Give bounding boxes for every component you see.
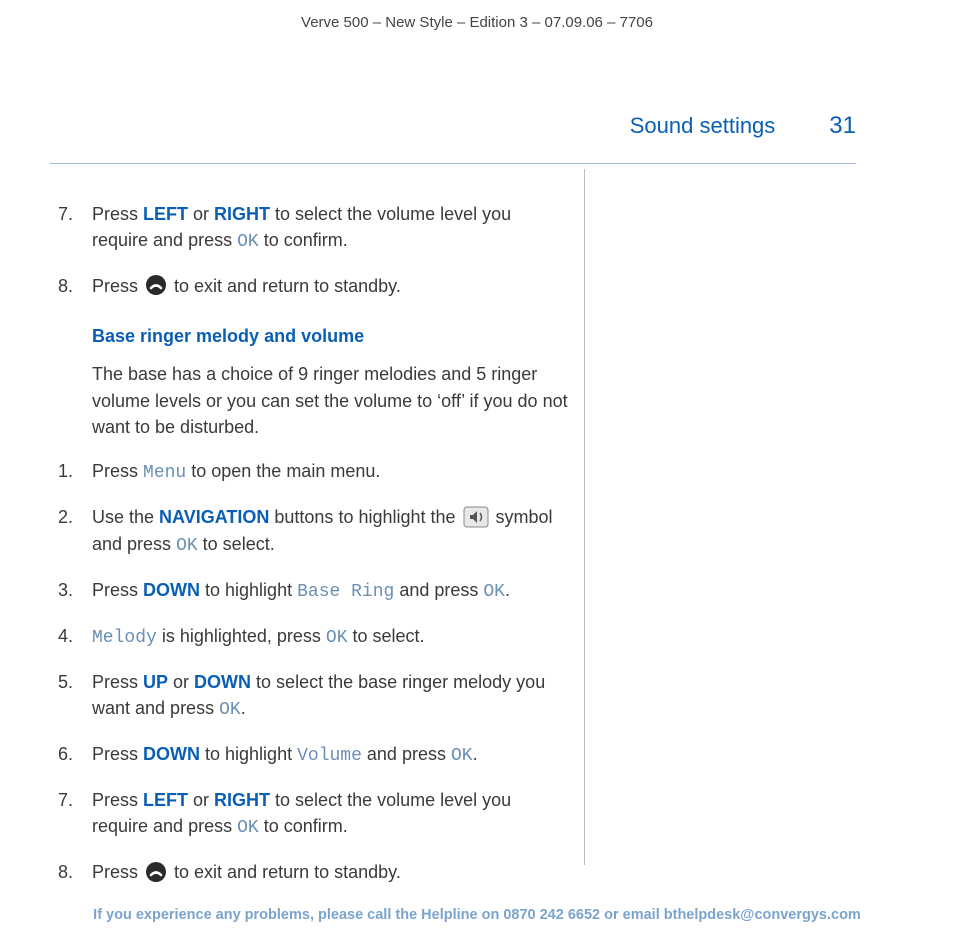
text: Press: [92, 862, 143, 882]
text: to exit and return to standby.: [169, 862, 401, 882]
text: or: [168, 672, 194, 692]
key-right: RIGHT: [214, 204, 270, 224]
key-right: RIGHT: [214, 790, 270, 810]
running-header: Sound settings 31: [0, 112, 954, 140]
text: buttons to highlight the: [269, 507, 460, 527]
step-8: Press to exit and return to standby.: [58, 859, 569, 886]
end-call-icon: [145, 861, 167, 890]
text: Press: [92, 744, 143, 764]
text: is highlighted, press: [157, 626, 326, 646]
key-down: DOWN: [194, 672, 251, 692]
lcd-volume: Volume: [297, 746, 362, 766]
step-4: Melody is highlighted, press OK to selec…: [58, 623, 569, 651]
lcd-menu: Menu: [143, 463, 186, 483]
text: or: [188, 204, 214, 224]
lcd-ok: OK: [237, 818, 259, 838]
key-left: LEFT: [143, 204, 188, 224]
text: .: [241, 698, 246, 718]
text: .: [505, 580, 510, 600]
content-columns: Press LEFT or RIGHT to select the volume…: [0, 169, 954, 865]
lcd-melody: Melody: [92, 628, 157, 648]
step-5: Press UP or DOWN to select the base ring…: [58, 669, 569, 723]
text: to highlight: [200, 744, 297, 764]
key-down: DOWN: [143, 580, 200, 600]
text: Press: [92, 672, 143, 692]
step-1: Press Menu to open the main menu.: [58, 458, 569, 486]
text: and press: [362, 744, 451, 764]
text: to select.: [348, 626, 425, 646]
key-down: DOWN: [143, 744, 200, 764]
key-left: LEFT: [143, 790, 188, 810]
step-7: Press LEFT or RIGHT to select the volume…: [58, 201, 569, 255]
text: Press: [92, 204, 143, 224]
text: to confirm.: [259, 816, 348, 836]
subsection-heading: Base ringer melody and volume: [92, 326, 569, 347]
text: to exit and return to standby.: [169, 276, 401, 296]
step-2: Use the NAVIGATION buttons to highlight …: [58, 504, 569, 559]
helpline-footer: If you experience any problems, please c…: [0, 907, 954, 923]
steps-continued: Press LEFT or RIGHT to select the volume…: [58, 201, 569, 300]
margin-column: [585, 169, 954, 865]
lcd-ok: OK: [483, 582, 505, 602]
text: .: [473, 744, 478, 764]
lcd-ok: OK: [176, 536, 198, 556]
text: Press: [92, 276, 143, 296]
sound-settings-icon: [463, 506, 489, 535]
text: or: [188, 790, 214, 810]
step-7: Press LEFT or RIGHT to select the volume…: [58, 787, 569, 841]
step-3: Press DOWN to highlight Base Ring and pr…: [58, 577, 569, 605]
key-up: UP: [143, 672, 168, 692]
lcd-base-ring: Base Ring: [297, 582, 394, 602]
end-call-icon: [145, 274, 167, 303]
lcd-ok: OK: [237, 232, 259, 252]
text: and press: [394, 580, 483, 600]
page: Verve 500 – New Style – Edition 3 – 07.0…: [0, 0, 954, 945]
text: Use the: [92, 507, 159, 527]
section-title: Sound settings: [630, 113, 776, 139]
header-rule: [50, 163, 856, 164]
text: to select.: [198, 534, 275, 554]
key-navigation: NAVIGATION: [159, 507, 269, 527]
text: Press: [92, 461, 143, 481]
lcd-ok: OK: [219, 700, 241, 720]
text: Press: [92, 580, 143, 600]
document-meta-line: Verve 500 – New Style – Edition 3 – 07.0…: [0, 0, 954, 31]
step-6: Press DOWN to highlight Volume and press…: [58, 741, 569, 769]
text: to confirm.: [259, 230, 348, 250]
lcd-ok: OK: [451, 746, 473, 766]
text: to open the main menu.: [186, 461, 380, 481]
subsection-intro: The base has a choice of 9 ringer melodi…: [92, 361, 569, 439]
text: Press: [92, 790, 143, 810]
step-8: Press to exit and return to standby.: [58, 273, 569, 300]
lcd-ok: OK: [326, 628, 348, 648]
main-column: Press LEFT or RIGHT to select the volume…: [0, 169, 585, 865]
page-number: 31: [829, 112, 856, 140]
steps-base-ringer: Press Menu to open the main menu. Use th…: [58, 458, 569, 887]
text: to highlight: [200, 580, 297, 600]
